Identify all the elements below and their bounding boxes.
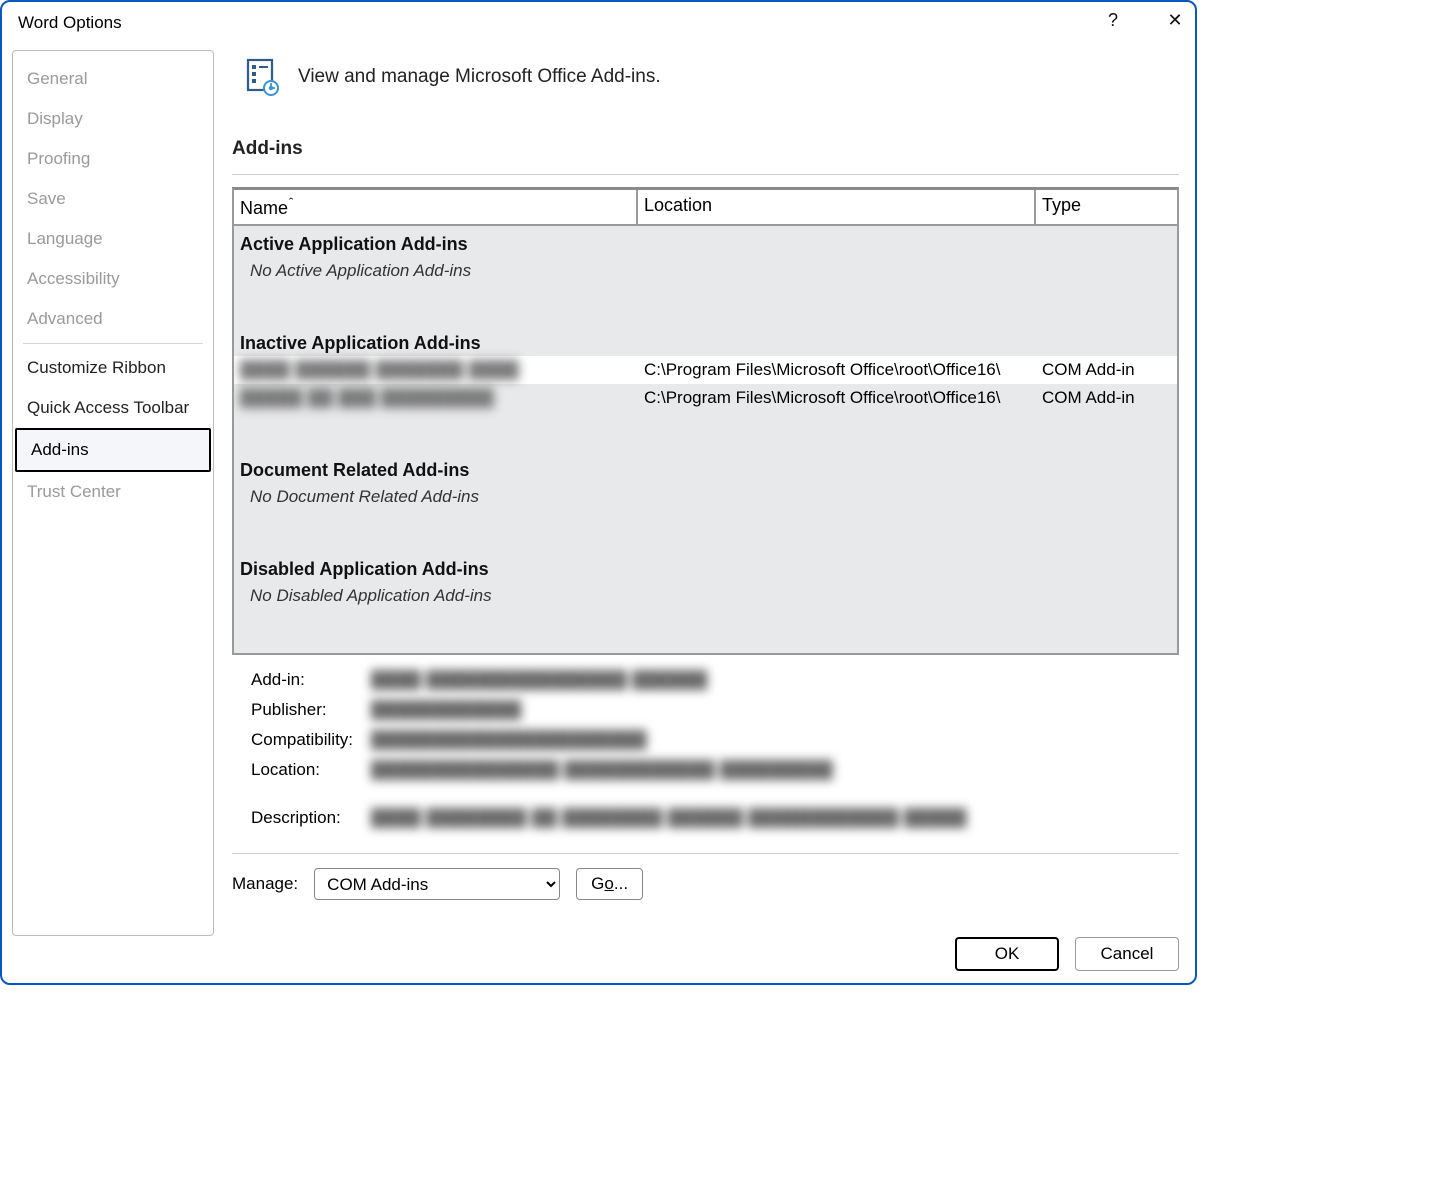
content-pane: View and manage Microsoft Office Add-ins… <box>232 50 1185 971</box>
addin-name: █████ ██ ███ █████████ <box>240 388 644 408</box>
addins-table: Nameˆ Location Type Active Application A… <box>232 187 1179 655</box>
separator <box>232 174 1179 175</box>
detail-value-description: ████ ████████ ██ ████████ ██████ ███████… <box>371 808 1179 828</box>
sidebar-item-save[interactable]: Save <box>13 179 213 219</box>
sidebar-item-accessibility[interactable]: Accessibility <box>13 259 213 299</box>
section-title-addins: Add-ins <box>232 138 1179 160</box>
detail-value-location: ███████████████ ████████████ █████████ <box>371 760 1179 780</box>
cancel-button[interactable]: Cancel <box>1075 937 1179 971</box>
addin-details: Add-in: ████ ████████████████ ██████ Pub… <box>232 655 1179 833</box>
options-sidebar: General Display Proofing Save Language A… <box>12 50 214 936</box>
titlebar: Word Options ? ✕ <box>2 2 1195 44</box>
manage-select[interactable]: COM Add-ins <box>314 868 560 900</box>
close-icon[interactable]: ✕ <box>1165 10 1185 31</box>
addin-location: C:\Program Files\Microsoft Office\root\O… <box>644 388 1042 408</box>
sidebar-item-quick-access-toolbar[interactable]: Quick Access Toolbar <box>13 388 213 428</box>
column-header-name-label: Name <box>240 198 288 218</box>
sidebar-item-add-ins[interactable]: Add-ins <box>15 428 211 472</box>
group-document-empty: No Document Related Add-ins <box>234 483 1177 511</box>
manage-label: Manage: <box>232 874 298 894</box>
manage-row: Manage: COM Add-ins Go... <box>232 868 1179 900</box>
detail-label-description: Description: <box>251 808 371 828</box>
help-icon[interactable]: ? <box>1103 10 1123 31</box>
sidebar-item-language[interactable]: Language <box>13 219 213 259</box>
sidebar-separator <box>23 343 203 344</box>
sidebar-item-display[interactable]: Display <box>13 99 213 139</box>
detail-value-compatibility: ██████████████████████ <box>371 730 1179 750</box>
column-header-type[interactable]: Type <box>1036 190 1177 224</box>
column-header-location[interactable]: Location <box>638 190 1036 224</box>
dialog-body: General Display Proofing Save Language A… <box>2 44 1195 983</box>
addins-table-header: Nameˆ Location Type <box>234 190 1177 226</box>
sort-ascending-icon: ˆ <box>289 195 293 210</box>
dialog-footer: OK Cancel <box>955 937 1179 971</box>
window-controls: ? ✕ <box>1103 10 1185 31</box>
addins-header-icon <box>246 58 280 96</box>
panel-header-title: View and manage Microsoft Office Add-ins… <box>298 66 661 88</box>
group-active-empty: No Active Application Add-ins <box>234 257 1177 285</box>
addin-name: ████ ██████ ███████ ████ <box>240 360 644 380</box>
go-button[interactable]: Go... <box>576 868 643 900</box>
addin-type: COM Add-in <box>1042 360 1171 380</box>
group-disabled-empty: No Disabled Application Add-ins <box>234 582 1177 610</box>
group-document-addins: Document Related Add-ins <box>234 452 1177 483</box>
detail-value-addin: ████ ████████████████ ██████ <box>371 670 1179 690</box>
addin-type: COM Add-in <box>1042 388 1171 408</box>
group-active-addins: Active Application Add-ins <box>234 226 1177 257</box>
detail-label-compatibility: Compatibility: <box>251 730 371 750</box>
sidebar-item-customize-ribbon[interactable]: Customize Ribbon <box>13 348 213 388</box>
word-options-dialog: Word Options ? ✕ General Display Proofin… <box>0 0 1197 985</box>
detail-label-location: Location: <box>251 760 371 780</box>
detail-label-addin: Add-in: <box>251 670 371 690</box>
window-title: Word Options <box>18 13 122 33</box>
ok-button[interactable]: OK <box>955 937 1059 971</box>
sidebar-item-trust-center[interactable]: Trust Center <box>13 472 213 512</box>
sidebar-item-proofing[interactable]: Proofing <box>13 139 213 179</box>
group-disabled-addins: Disabled Application Add-ins <box>234 551 1177 582</box>
group-inactive-addins: Inactive Application Add-ins <box>234 325 1177 356</box>
panel-header: View and manage Microsoft Office Add-ins… <box>232 50 1179 102</box>
column-header-name[interactable]: Nameˆ <box>234 190 638 224</box>
separator <box>232 853 1179 854</box>
addin-row[interactable]: ████ ██████ ███████ ████ C:\Program File… <box>234 356 1177 384</box>
sidebar-item-general[interactable]: General <box>13 59 213 99</box>
sidebar-item-advanced[interactable]: Advanced <box>13 299 213 339</box>
addin-row[interactable]: █████ ██ ███ █████████ C:\Program Files\… <box>234 384 1177 412</box>
detail-value-publisher: ████████████ <box>371 700 1179 720</box>
detail-label-publisher: Publisher: <box>251 700 371 720</box>
addin-location: C:\Program Files\Microsoft Office\root\O… <box>644 360 1042 380</box>
